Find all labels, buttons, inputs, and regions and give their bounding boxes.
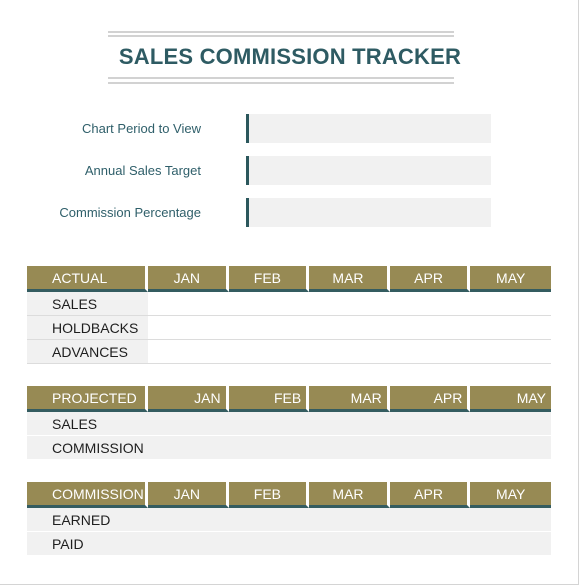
month-header-mar: MAR (309, 482, 390, 508)
cell[interactable] (148, 292, 229, 316)
actual-header-row: ACTUAL JAN FEB MAR APR MAY (27, 266, 551, 292)
month-header-feb: FEB (228, 386, 310, 412)
cell[interactable] (148, 508, 229, 532)
cell[interactable] (148, 436, 229, 460)
cell[interactable] (148, 316, 229, 340)
cell[interactable] (228, 412, 310, 436)
cell[interactable] (309, 532, 390, 556)
month-header-apr: APR (389, 266, 471, 292)
row-label-paid: PAID (27, 532, 148, 556)
title-rule-top (108, 31, 454, 33)
cell[interactable] (148, 412, 229, 436)
month-header-may: MAY (470, 266, 551, 292)
table-row: PAID (27, 532, 551, 556)
cell[interactable] (148, 532, 229, 556)
actual-header: ACTUAL (27, 266, 148, 292)
month-header-jan: JAN (148, 386, 229, 412)
cell[interactable] (148, 340, 229, 364)
projected-header: PROJECTED (27, 386, 148, 412)
month-header-mar: MAR (309, 386, 390, 412)
cell[interactable] (470, 436, 551, 460)
title-rule-bottom (108, 77, 454, 79)
cell[interactable] (309, 292, 390, 316)
cell[interactable] (389, 436, 471, 460)
table-row: HOLDBACKS (27, 316, 551, 340)
month-header-apr: APR (389, 482, 471, 508)
cell[interactable] (470, 340, 551, 364)
cell[interactable] (228, 532, 310, 556)
cell[interactable] (309, 508, 390, 532)
cell[interactable] (228, 508, 310, 532)
commission-header: COMMISSION (27, 482, 148, 508)
table-row: SALES (27, 292, 551, 316)
row-label-sales: SALES (27, 412, 148, 436)
month-header-jan: JAN (148, 482, 229, 508)
chart-period-label: Chart Period to View (82, 121, 201, 136)
cell[interactable] (228, 316, 310, 340)
cell[interactable] (389, 508, 471, 532)
title-rule-bottom-2 (108, 82, 454, 84)
annual-sales-target-input[interactable] (246, 156, 491, 185)
chart-period-input[interactable] (246, 114, 491, 143)
cell[interactable] (389, 412, 471, 436)
table-row: COMMISSION (27, 436, 551, 460)
commission-table: COMMISSION JAN FEB MAR APR MAY EARNED PA… (27, 482, 551, 556)
cell[interactable] (470, 316, 551, 340)
cell[interactable] (228, 292, 310, 316)
cell[interactable] (309, 340, 390, 364)
row-label-earned: EARNED (27, 508, 148, 532)
commission-header-row: COMMISSION JAN FEB MAR APR MAY (27, 482, 551, 508)
cell[interactable] (309, 316, 390, 340)
month-header-may: MAY (470, 386, 551, 412)
cell[interactable] (470, 292, 551, 316)
row-label-commission: COMMISSION (27, 436, 148, 460)
projected-table: PROJECTED JAN FEB MAR APR MAY SALES COMM… (27, 386, 551, 460)
month-header-jan: JAN (148, 266, 229, 292)
commission-percentage-label: Commission Percentage (59, 205, 201, 220)
title-rule-top-2 (108, 35, 454, 37)
cell[interactable] (309, 436, 390, 460)
table-row: EARNED (27, 508, 551, 532)
cell[interactable] (389, 532, 471, 556)
cell[interactable] (309, 412, 390, 436)
month-header-mar: MAR (309, 266, 390, 292)
page-title: SALES COMMISSION TRACKER (118, 44, 462, 69)
actual-table: ACTUAL JAN FEB MAR APR MAY SALES HOLDBAC… (27, 266, 551, 364)
annual-sales-target-label: Annual Sales Target (84, 163, 201, 178)
cell[interactable] (228, 340, 310, 364)
cell[interactable] (389, 292, 471, 316)
row-label-holdbacks: HOLDBACKS (27, 316, 148, 340)
month-header-feb: FEB (228, 482, 310, 508)
cell[interactable] (470, 532, 551, 556)
cell[interactable] (470, 508, 551, 532)
row-label-sales: SALES (27, 292, 148, 316)
month-header-apr: APR (389, 386, 471, 412)
cell[interactable] (470, 412, 551, 436)
row-label-advances: ADVANCES (27, 340, 148, 364)
cell[interactable] (389, 316, 471, 340)
table-row: SALES (27, 412, 551, 436)
cell[interactable] (228, 436, 310, 460)
projected-header-row: PROJECTED JAN FEB MAR APR MAY (27, 386, 551, 412)
month-header-may: MAY (470, 482, 551, 508)
month-header-feb: FEB (228, 266, 310, 292)
table-row: ADVANCES (27, 340, 551, 364)
commission-percentage-input[interactable] (246, 198, 491, 227)
cell[interactable] (389, 340, 471, 364)
